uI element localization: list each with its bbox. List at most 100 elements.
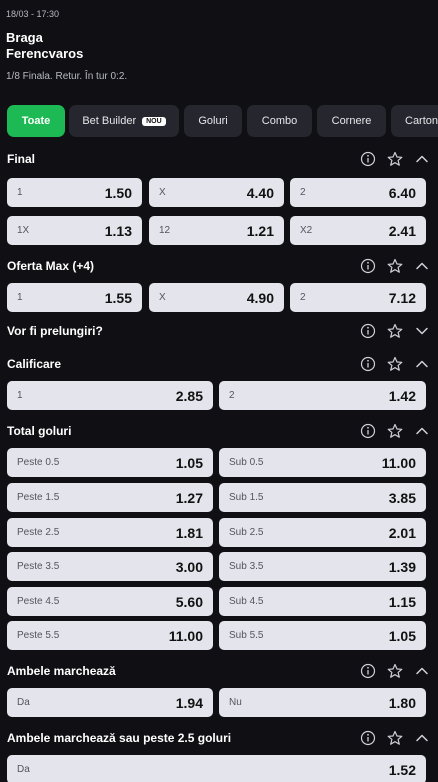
market-title-total-goluri[interactable]: Total goluri bbox=[7, 424, 71, 438]
odd-value: 1.15 bbox=[388, 593, 416, 610]
odd-value: 1.39 bbox=[388, 558, 416, 575]
odd-label: X bbox=[159, 187, 166, 198]
info-icon[interactable] bbox=[360, 663, 376, 679]
odd-button[interactable]: Sub 1.5 3.85 bbox=[219, 483, 426, 512]
odd-button[interactable]: Sub 3.5 1.39 bbox=[219, 552, 426, 581]
chevron-down-icon[interactable] bbox=[414, 323, 430, 339]
new-badge: NOU bbox=[142, 116, 166, 126]
home-team: Braga bbox=[6, 30, 43, 45]
star-icon[interactable] bbox=[387, 323, 403, 339]
chevron-up-icon[interactable] bbox=[414, 663, 430, 679]
odd-button[interactable]: Peste 4.5 5.60 bbox=[7, 587, 213, 616]
star-icon[interactable] bbox=[387, 663, 403, 679]
odd-label: Da bbox=[17, 697, 30, 708]
odd-value: 2.41 bbox=[388, 222, 416, 239]
market-actions bbox=[349, 355, 430, 373]
chevron-up-icon[interactable] bbox=[414, 730, 430, 746]
odd-button[interactable]: Da 1.94 bbox=[7, 688, 213, 717]
odd-value: 2.01 bbox=[388, 524, 416, 541]
odd-label: X bbox=[159, 292, 166, 303]
odd-button[interactable]: Sub 4.5 1.15 bbox=[219, 587, 426, 616]
filter-chip-toate[interactable]: Toate bbox=[7, 105, 65, 137]
market-title-calificare[interactable]: Calificare bbox=[7, 357, 61, 371]
odd-value: 3.00 bbox=[175, 558, 203, 575]
odd-label: Peste 2.5 bbox=[17, 527, 60, 538]
market-title-prelungiri[interactable]: Vor fi prelungiri? bbox=[7, 324, 103, 338]
odd-label: 12 bbox=[159, 225, 171, 236]
odd-button[interactable]: 12 1.21 bbox=[149, 216, 284, 245]
odd-label: Sub 1.5 bbox=[229, 492, 264, 503]
odd-button[interactable]: Sub 0.5 11.00 bbox=[219, 448, 426, 477]
market-title-ambele[interactable]: Ambele marchează bbox=[7, 664, 116, 678]
market-actions bbox=[349, 322, 430, 340]
filter-chip-cartonase[interactable]: Cartonașe bbox=[391, 105, 438, 137]
star-icon[interactable] bbox=[387, 258, 403, 274]
odd-label: Peste 3.5 bbox=[17, 561, 60, 572]
odd-button[interactable]: Peste 1.5 1.27 bbox=[7, 483, 213, 512]
info-icon[interactable] bbox=[360, 323, 376, 339]
odd-label: Sub 2.5 bbox=[229, 527, 264, 538]
odd-button[interactable]: Sub 5.5 1.05 bbox=[219, 621, 426, 650]
market-actions bbox=[349, 422, 430, 440]
market-title-final[interactable]: Final bbox=[7, 152, 35, 166]
info-icon[interactable] bbox=[360, 423, 376, 439]
odd-button[interactable]: Da 1.52 bbox=[7, 755, 426, 782]
info-icon[interactable] bbox=[360, 151, 376, 167]
odd-value: 4.40 bbox=[246, 184, 274, 201]
chevron-up-icon[interactable] bbox=[414, 356, 430, 372]
odd-button[interactable]: Peste 2.5 1.81 bbox=[7, 518, 213, 547]
odd-value: 1.21 bbox=[246, 222, 274, 239]
odd-button[interactable]: 2 6.40 bbox=[290, 178, 426, 207]
odd-value: 1.27 bbox=[175, 489, 203, 506]
odd-button[interactable]: Peste 3.5 3.00 bbox=[7, 552, 213, 581]
star-icon[interactable] bbox=[387, 356, 403, 372]
odd-value: 1.80 bbox=[388, 694, 416, 711]
info-icon[interactable] bbox=[360, 730, 376, 746]
odd-value: 6.40 bbox=[388, 184, 416, 201]
market-title-oferta-max[interactable]: Oferta Max (+4) bbox=[7, 259, 94, 273]
odd-button[interactable]: Peste 5.5 11.00 bbox=[7, 621, 213, 650]
away-team: Ferencvaros bbox=[6, 46, 84, 61]
odd-label: X2 bbox=[300, 225, 313, 236]
odd-button[interactable]: X 4.40 bbox=[149, 178, 284, 207]
star-icon[interactable] bbox=[387, 151, 403, 167]
odd-button[interactable]: 2 7.12 bbox=[290, 283, 426, 312]
odd-value: 11.00 bbox=[168, 627, 203, 644]
odd-value: 1.05 bbox=[175, 454, 203, 471]
odd-label: Peste 4.5 bbox=[17, 596, 60, 607]
odd-button[interactable]: 1 1.50 bbox=[7, 178, 142, 207]
odd-value: 1.94 bbox=[175, 694, 203, 711]
filter-label: Goluri bbox=[198, 115, 228, 127]
chevron-up-icon[interactable] bbox=[414, 423, 430, 439]
odd-button[interactable]: X2 2.41 bbox=[290, 216, 426, 245]
info-icon[interactable] bbox=[360, 258, 376, 274]
event-datetime: 18/03 - 17:30 bbox=[6, 9, 60, 19]
event-round-info: 1/8 Finala. Retur. În tur 0:2. bbox=[6, 71, 128, 82]
odd-label: Da bbox=[17, 764, 30, 775]
odd-button[interactable]: 1 2.85 bbox=[7, 381, 213, 410]
filter-chip-combo[interactable]: Combo bbox=[247, 105, 312, 137]
odd-button[interactable]: 2 1.42 bbox=[219, 381, 426, 410]
chevron-up-icon[interactable] bbox=[414, 258, 430, 274]
filter-label: Toate bbox=[21, 115, 51, 127]
info-icon[interactable] bbox=[360, 356, 376, 372]
odd-button[interactable]: X 4.90 bbox=[149, 283, 284, 312]
filter-chip-bet-builder[interactable]: Bet Builder NOU bbox=[69, 105, 179, 137]
odd-button[interactable]: Nu 1.80 bbox=[219, 688, 426, 717]
chevron-up-icon[interactable] bbox=[414, 151, 430, 167]
odd-button[interactable]: Peste 0.5 1.05 bbox=[7, 448, 213, 477]
odd-button[interactable]: Sub 2.5 2.01 bbox=[219, 518, 426, 547]
odd-label: Peste 0.5 bbox=[17, 457, 60, 468]
filter-chip-cornere[interactable]: Cornere bbox=[317, 105, 386, 137]
odd-button[interactable]: 1X 1.13 bbox=[7, 216, 142, 245]
odd-button[interactable]: 1 1.55 bbox=[7, 283, 142, 312]
filter-chip-goluri[interactable]: Goluri bbox=[184, 105, 242, 137]
odd-label: 1 bbox=[17, 292, 23, 303]
odd-value: 1.05 bbox=[388, 627, 416, 644]
filter-label: Cornere bbox=[331, 115, 372, 127]
star-icon[interactable] bbox=[387, 730, 403, 746]
odd-value: 1.50 bbox=[104, 184, 132, 201]
odd-value: 2.85 bbox=[175, 387, 203, 404]
market-title-ambele-peste[interactable]: Ambele marchează sau peste 2.5 goluri bbox=[7, 731, 231, 745]
star-icon[interactable] bbox=[387, 423, 403, 439]
